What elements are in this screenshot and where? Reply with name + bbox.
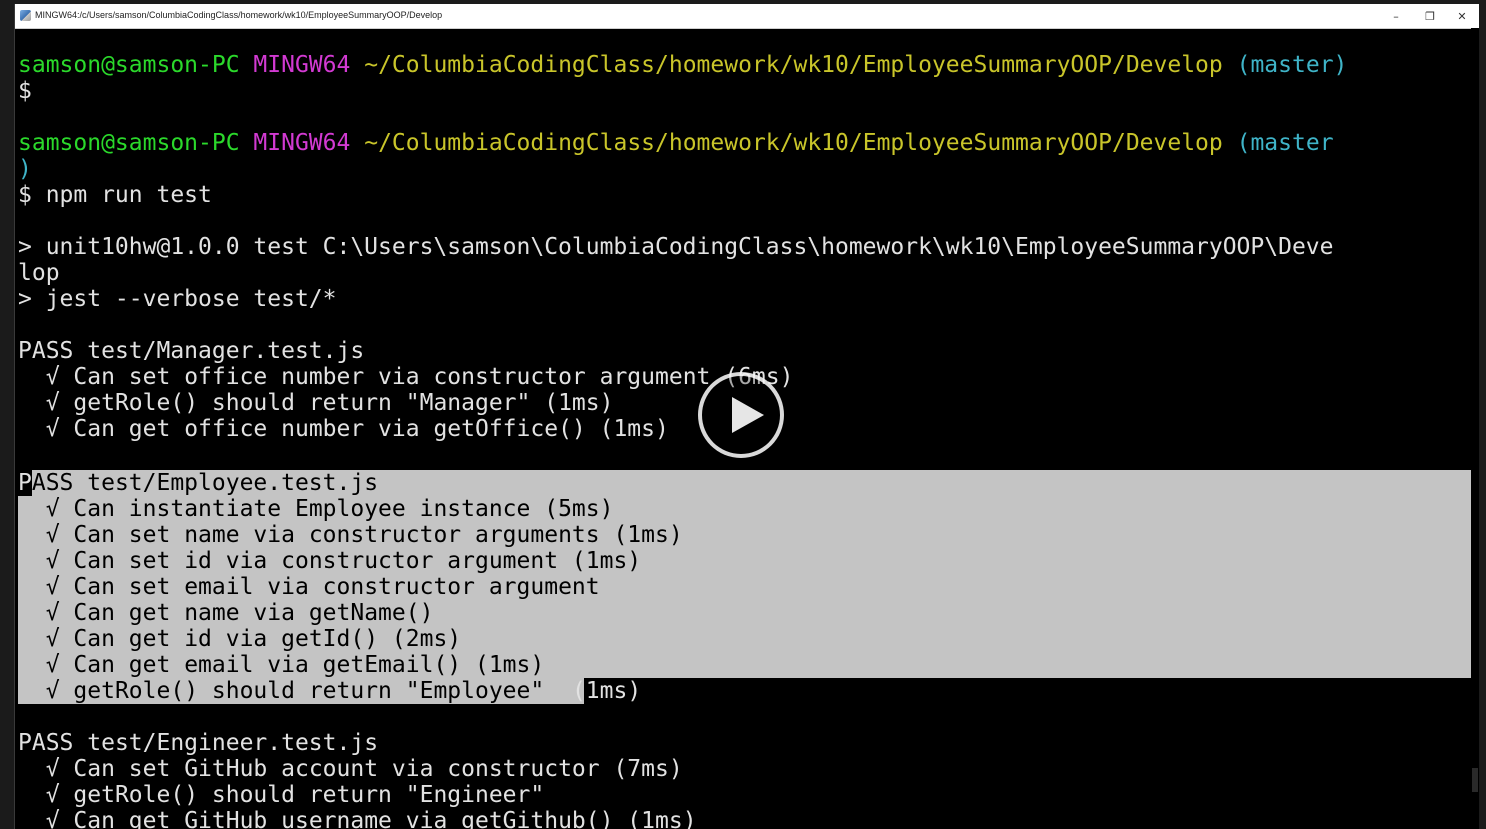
test-result: √ getRole() should return "Employee" (1m… [45, 678, 642, 704]
check-icon: √ [45, 522, 60, 548]
suite-file: test/Engineer.test.js [87, 730, 379, 756]
prompt-user: samson@samson-PC [18, 130, 240, 156]
prompt-shell: MINGW64 [253, 130, 351, 156]
check-icon: √ [45, 390, 60, 416]
test-result: √ Can instantiate Employee instance (5ms… [45, 496, 614, 522]
minimize-button[interactable]: – [1379, 4, 1413, 28]
prompt-branch: (master [1236, 130, 1334, 156]
check-icon: √ [45, 364, 60, 390]
prompt-line: samson@samson-PC MINGW64 ~/ColumbiaCodin… [18, 130, 1334, 156]
test-result: √ Can get email via getEmail() (1ms) [45, 652, 545, 678]
check-icon: √ [45, 756, 60, 782]
test-result: √ Can set name via constructor arguments… [45, 522, 683, 548]
video-play-button[interactable] [698, 372, 784, 458]
check-icon: √ [45, 574, 60, 600]
close-button[interactable]: ✕ [1445, 4, 1479, 28]
play-icon [732, 397, 764, 433]
check-icon: √ [45, 416, 60, 442]
test-result: √ Can get id via getId() (2ms) [45, 626, 462, 652]
terminal-app-icon [20, 10, 31, 21]
test-result: √ Can get office number via getOffice() … [45, 416, 669, 442]
test-result: √ getRole() should return "Engineer" [45, 782, 545, 808]
npm-output-line: > jest --verbose test/* [18, 286, 337, 312]
prompt-user: samson@samson-PC [18, 52, 240, 78]
npm-output-line: lop [18, 260, 60, 286]
suite-header: PASS test/Manager.test.js [18, 338, 364, 364]
cursor-block: P [18, 470, 32, 496]
maximize-button[interactable]: ❐ [1413, 4, 1447, 28]
check-icon: √ [45, 678, 60, 704]
test-result: √ Can get name via getName() [45, 600, 434, 626]
test-result: √ Can set email via constructor argument [45, 574, 600, 600]
title-bar[interactable]: MINGW64:/c/Users/samson/ColumbiaCodingCl… [15, 4, 1479, 29]
test-result: √ Can set id via constructor argument (1… [45, 548, 642, 574]
test-result: √ getRole() should return "Manager" (1ms… [45, 390, 614, 416]
vertical-scrollbar[interactable] [1471, 28, 1479, 829]
prompt-shell: MINGW64 [253, 52, 351, 78]
prompt-symbol: $ [18, 78, 32, 104]
check-icon: √ [45, 600, 60, 626]
check-icon: √ [45, 626, 60, 652]
prompt-path: ~/ColumbiaCodingClass/homework/wk10/Empl… [364, 130, 1223, 156]
test-result: √ Can get GitHub username via getGithub(… [18, 808, 697, 829]
command-line: $ npm run test [18, 182, 212, 208]
test-result: √ Can set GitHub account via constructor… [45, 756, 683, 782]
window-title: MINGW64:/c/Users/samson/ColumbiaCodingCl… [35, 10, 443, 20]
suite-header: PASS test/Employee.test.js [18, 470, 379, 496]
prompt-path: ~/ColumbiaCodingClass/homework/wk10/Empl… [364, 52, 1223, 78]
check-icon: √ [45, 548, 60, 574]
suite-status: PASS [18, 730, 74, 756]
suite-status: PASS [18, 338, 74, 364]
prompt-branch: (master) [1236, 52, 1348, 78]
suite-file: test/Manager.test.js [87, 338, 365, 364]
scrollbar-thumb[interactable] [1472, 768, 1478, 792]
test-result: √ Can set office number via constructor … [45, 364, 794, 390]
check-icon: √ [45, 782, 60, 808]
npm-output-line: > unit10hw@1.0.0 test C:\Users\samson\Co… [18, 234, 1334, 260]
test-duration: (1ms) [558, 678, 642, 704]
prompt-line: samson@samson-PC MINGW64 ~/ColumbiaCodin… [18, 52, 1347, 78]
prompt-branch-wrap: ) [18, 156, 32, 182]
check-icon: √ [45, 496, 60, 522]
check-icon: √ [45, 808, 60, 829]
suite-header: PASS test/Engineer.test.js [18, 730, 378, 756]
check-icon: √ [45, 652, 60, 678]
